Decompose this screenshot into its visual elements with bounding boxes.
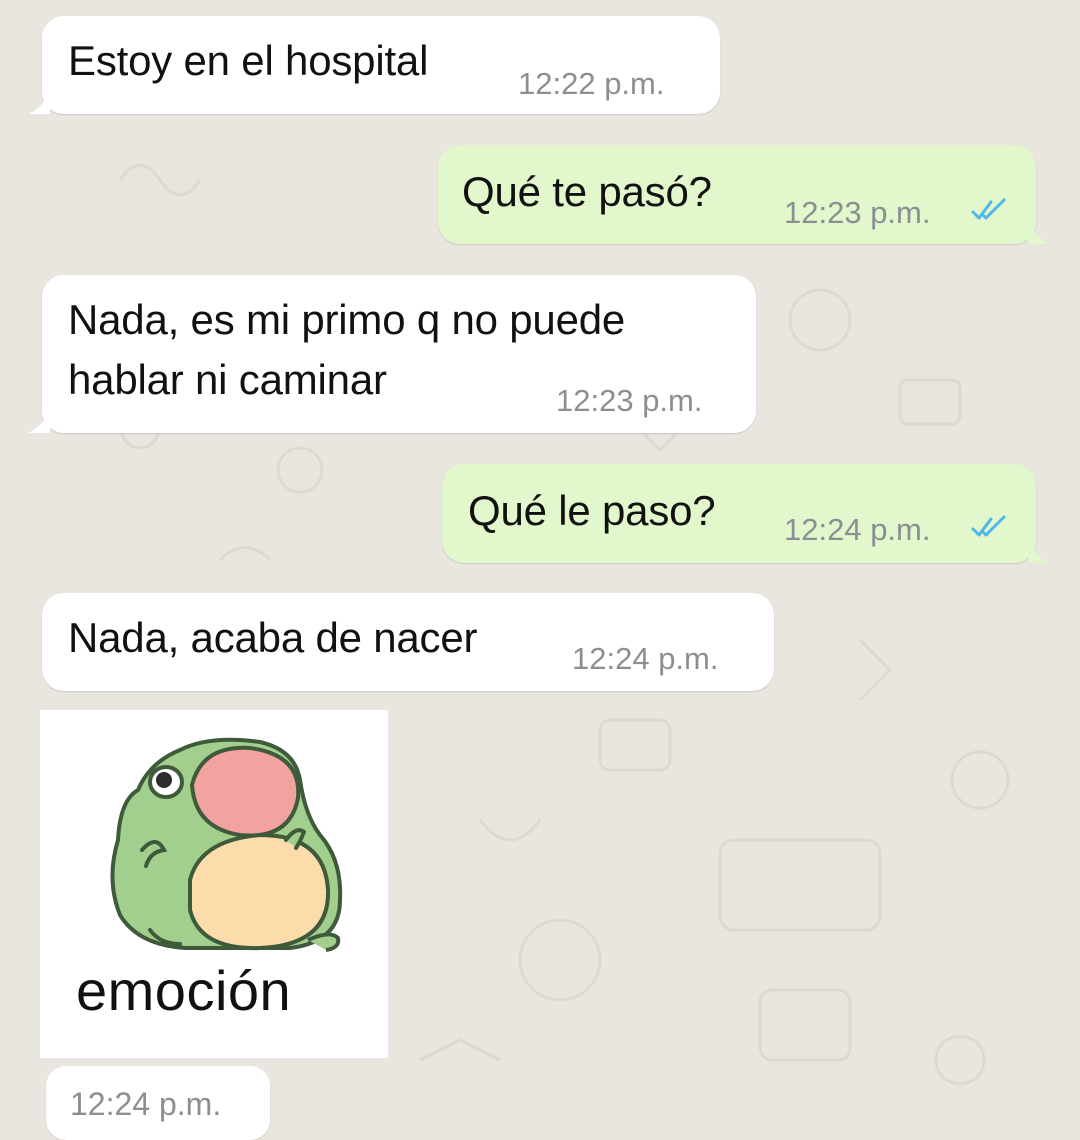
message-timestamp: 12:24 p.m. [572, 641, 719, 676]
message-text: Qué te pasó? [462, 168, 712, 215]
message-timestamp: 12:22 p.m. [518, 66, 665, 101]
double-check-icon [971, 515, 1006, 537]
sticker-timestamp-pill: 12:24 p.m. [46, 1066, 270, 1140]
message-timestamp: 12:24 p.m. [784, 512, 931, 547]
double-check-icon [971, 198, 1006, 220]
message-text: Qué le paso? [468, 487, 716, 534]
sticker-message[interactable]: emoción [40, 710, 388, 1058]
message-text: Estoy en el hospital [68, 37, 429, 84]
message-timestamp: 12:23 p.m. [784, 195, 931, 230]
message-text-line: hablar ni caminar [68, 356, 387, 403]
message-bubble-incoming[interactable]: Nada, es mi primo q no puede hablar ni c… [28, 275, 756, 433]
message-bubble-incoming[interactable]: Nada, acaba de nacer 12:24 p.m. [42, 593, 774, 691]
bubble-tail [1028, 541, 1050, 563]
sticker-caption: emoción [76, 959, 292, 1022]
frog-sticker-image [110, 737, 343, 952]
bubble-tail [28, 411, 50, 433]
message-text-line: Nada, es mi primo q no puede [68, 296, 626, 343]
bubble-tail [28, 92, 50, 114]
message-bubble-outgoing[interactable]: Qué te pasó? 12:23 p.m. [438, 145, 1050, 244]
message-bubble-incoming[interactable]: Estoy en el hospital 12:22 p.m. [28, 16, 720, 114]
bubble-tail [1028, 222, 1050, 244]
message-timestamp: 12:23 p.m. [556, 383, 703, 418]
message-text: Nada, acaba de nacer [68, 614, 478, 661]
message-timestamp: 12:24 p.m. [70, 1086, 222, 1122]
message-bubble-outgoing[interactable]: Qué le paso? 12:24 p.m. [442, 464, 1050, 563]
